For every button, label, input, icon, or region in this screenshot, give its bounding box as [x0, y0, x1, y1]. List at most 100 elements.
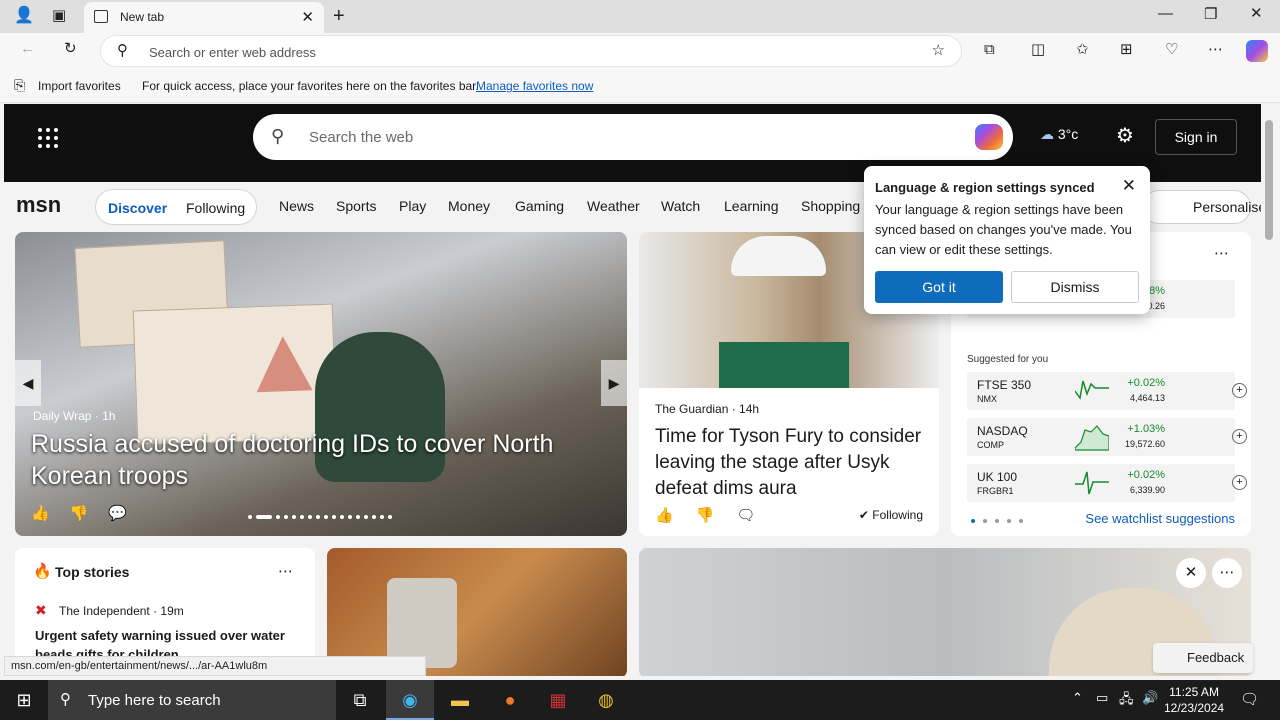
scrollbar-thumb[interactable] [1265, 120, 1273, 240]
favorites-icon[interactable]: ✩ [1076, 42, 1089, 57]
market-symbol: FRGBR1 [977, 486, 1014, 496]
market-change: +0.02% [1127, 377, 1165, 389]
minimize-button[interactable]: — [1158, 6, 1173, 21]
market-change: +0.02% [1127, 469, 1165, 481]
collections-icon[interactable]: ⊞ [1120, 42, 1133, 57]
search-icon: ⚲ [117, 42, 128, 59]
web-search-box[interactable]: ⚲ Search the web [253, 114, 1013, 160]
page-scrollbar[interactable] [1261, 104, 1280, 676]
tab-following[interactable]: Following [186, 200, 245, 216]
hero-actions: 👍 👎 💬 [31, 504, 127, 522]
favorite-star-icon[interactable]: ☆ [932, 43, 945, 58]
back-icon[interactable]: ← [20, 41, 35, 56]
restore-button[interactable]: ❐ [1204, 7, 1217, 22]
refresh-icon[interactable]: ↻ [64, 41, 77, 56]
following-badge[interactable]: ✔ Following [859, 508, 923, 522]
taskbar-search-placeholder: Type here to search [88, 692, 221, 709]
more-menu-icon[interactable]: ⋯ [1208, 42, 1223, 57]
status-bar-url: msn.com/en-gb/entertainment/news/.../ar-… [4, 656, 426, 676]
tray-device-icon[interactable]: ▭ [1096, 690, 1108, 706]
comment-off-icon[interactable]: 🗨 [736, 506, 755, 524]
browser-essentials-icon[interactable]: ♡ [1165, 42, 1178, 57]
start-button[interactable]: ⊞ [0, 680, 48, 720]
close-card-icon[interactable]: ✕ [1176, 558, 1206, 588]
nav-gaming[interactable]: Gaming [515, 198, 564, 214]
add-watchlist-icon[interactable]: + [1232, 383, 1247, 398]
feedback-button[interactable]: Feedback [1153, 643, 1253, 673]
tab-actions-icon[interactable]: ▣ [52, 8, 66, 23]
shirt-shape [719, 342, 849, 388]
market-value: 19,572.60 [1124, 439, 1165, 449]
settings-gear-icon[interactable]: ⚙ [1116, 126, 1134, 146]
notifications-icon[interactable]: 🗨 [1240, 690, 1259, 708]
like-icon[interactable]: 👍 [655, 506, 674, 524]
favorites-bar-message: For quick access, place your favorites h… [142, 79, 479, 93]
nav-watch[interactable]: Watch [661, 198, 700, 214]
dislike-icon[interactable]: 👎 [70, 504, 89, 522]
card-more-icon[interactable]: ⋯ [1212, 558, 1242, 588]
nav-news[interactable]: News [279, 198, 314, 214]
edge-taskbar-icon[interactable]: ◉ [386, 680, 434, 720]
app-ue-icon[interactable]: ◍ [582, 680, 630, 720]
more-options-icon[interactable]: ⋯ [278, 564, 293, 579]
fury-headline[interactable]: Time for Tyson Fury to consider leaving … [655, 424, 925, 502]
nav-play[interactable]: Play [399, 198, 426, 214]
market-name: NASDAQ [977, 424, 1028, 438]
copilot-search-icon[interactable] [975, 124, 1003, 150]
nav-shopping[interactable]: Shopping [801, 198, 860, 214]
got-it-button[interactable]: Got it [875, 271, 1003, 303]
taskbar-search[interactable]: ⚲ Type here to search [48, 680, 336, 720]
app-launcher-icon[interactable] [38, 128, 58, 148]
split-screen-icon[interactable]: ◫ [1031, 42, 1045, 57]
sparkline [1075, 471, 1109, 495]
market-value: 4,464.13 [1129, 393, 1165, 403]
watchlist-suggestions-link[interactable]: See watchlist suggestions [1085, 511, 1235, 526]
volume-icon[interactable]: 🔊 [1142, 690, 1158, 706]
tab-new-tab[interactable]: New tab ✕ [84, 2, 324, 33]
hero-carousel-card[interactable]: ◀ ▶ Daily Wrap · 1h Russia accused of do… [15, 232, 627, 536]
like-icon[interactable]: 👍 [31, 504, 50, 522]
close-tab-icon[interactable]: ✕ [301, 8, 314, 26]
profile-icon[interactable]: 👤 [14, 8, 34, 24]
market-row-nasdaq[interactable]: NASDAQ COMP +1.03% 19,572.60 + [967, 418, 1247, 456]
firefox-icon[interactable]: ● [486, 680, 534, 720]
nav-learning[interactable]: Learning [724, 198, 779, 214]
dislike-icon[interactable]: 👎 [696, 506, 715, 524]
market-name: FTSE 350 [977, 378, 1032, 392]
nav-sports[interactable]: Sports [336, 198, 376, 214]
file-explorer-icon[interactable]: ▬ [436, 680, 484, 720]
comment-icon[interactable]: 💬 [108, 504, 127, 522]
close-popup-icon[interactable]: ✕ [1122, 176, 1136, 196]
carousel-prev-button[interactable]: ◀ [15, 360, 41, 406]
toolbar: ← ↻ ⚲ Search or enter web address ☆ ⧉ ◫ … [0, 33, 1280, 69]
new-tab-button[interactable]: + [333, 6, 345, 26]
taskbar-clock[interactable]: 11:25 AM 12/23/2024 [1164, 684, 1224, 716]
nav-money[interactable]: Money [448, 198, 490, 214]
more-options-icon[interactable]: ⋯ [1214, 246, 1229, 261]
personalise-button[interactable]: Personalise [1142, 190, 1261, 224]
add-watchlist-icon[interactable]: + [1232, 429, 1247, 444]
tab-discover[interactable]: Discover [108, 200, 167, 216]
close-window-button[interactable]: ✕ [1250, 6, 1263, 21]
sign-in-button[interactable]: Sign in [1155, 119, 1237, 155]
nav-weather[interactable]: Weather [587, 198, 640, 214]
winrar-icon[interactable]: ▦ [534, 680, 582, 720]
extensions-icon[interactable]: ⧉ [984, 42, 995, 57]
network-icon[interactable]: 🖧 [1119, 690, 1134, 712]
add-watchlist-icon[interactable]: + [1232, 475, 1247, 490]
weather-widget[interactable]: ☁ 3°c [1040, 126, 1078, 143]
market-row-ftse350[interactable]: FTSE 350 NMX +0.02% 4,464.13 + [967, 372, 1247, 410]
fury-source: The Guardian · 14h [655, 402, 760, 416]
manage-favorites-link[interactable]: Manage favorites now [476, 79, 593, 93]
dismiss-button[interactable]: Dismiss [1011, 271, 1139, 303]
market-row-uk100[interactable]: UK 100 FRGBR1 +0.02% 6,339.90 + [967, 464, 1247, 502]
hero-headline[interactable]: Russia accused of doctoring IDs to cover… [31, 428, 591, 492]
address-bar[interactable]: ⚲ Search or enter web address ☆ [100, 35, 962, 67]
carousel-next-button[interactable]: ▶ [601, 360, 627, 406]
carousel-dots [248, 515, 392, 521]
tray-chevron-icon[interactable]: ⌃ [1072, 690, 1083, 706]
msn-logo[interactable]: msn [16, 192, 61, 218]
task-view-icon[interactable]: ⧉ [336, 680, 384, 720]
copilot-icon[interactable] [1246, 40, 1268, 62]
import-favorites-button[interactable]: Import favorites [38, 79, 121, 93]
